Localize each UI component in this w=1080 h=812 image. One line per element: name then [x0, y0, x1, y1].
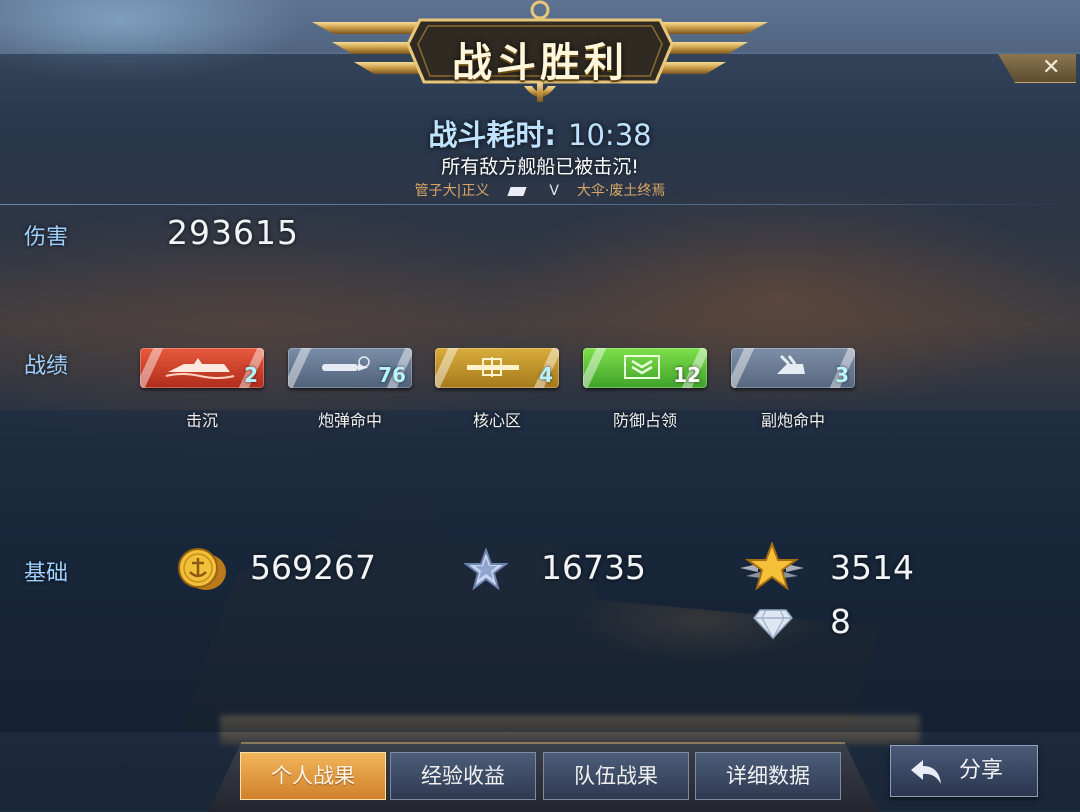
achievement-count: 76 [378, 363, 406, 387]
experience-reward-value: 16735 [541, 548, 646, 587]
gold-coin-icon [178, 548, 226, 590]
battle-time-label: 战斗耗时: [428, 118, 557, 152]
achievement-shell-hit-badge[interactable]: 76 [288, 348, 412, 388]
share-button[interactable]: 分享 [890, 745, 1038, 797]
defense-capture-icon [624, 355, 660, 379]
player-name: 管子大|正义 [414, 183, 490, 199]
coin-reward-value: 569267 [250, 548, 376, 587]
secondary-gun-icon [777, 354, 805, 374]
team-flag-icon [507, 186, 527, 196]
rank-star-icon [740, 542, 804, 591]
shell-hit-icon [322, 356, 370, 371]
experience-star-icon [464, 548, 508, 590]
tab-experience-earnings[interactable]: 经验收益 [390, 752, 536, 800]
victory-emblem: 战斗胜利 [312, 0, 768, 112]
damage-label: 伤害 [24, 225, 69, 250]
achievement-sink-badge[interactable]: 2 [140, 348, 264, 388]
header-divider [0, 204, 1080, 205]
achievement-label: 核心区 [472, 411, 521, 430]
share-back-arrow-icon [911, 760, 941, 784]
achievement-label: 炮弹命中 [317, 411, 382, 430]
achievement-count: 12 [673, 363, 701, 387]
achievement-count: 4 [539, 363, 553, 387]
diamond-icon [753, 609, 793, 640]
tab-personal-results[interactable]: 个人战果 [240, 752, 386, 800]
tab-detailed-data[interactable]: 详细数据 [695, 752, 841, 800]
achievement-label: 防御占领 [612, 411, 677, 430]
damage-value: 293615 [167, 213, 299, 252]
victory-title: 战斗胜利 [452, 40, 628, 86]
record-label: 战绩 [24, 354, 69, 379]
matchup-line: 管子大|正义 V 大伞·废土终焉 [0, 180, 1080, 200]
achievement-label: 副炮命中 [760, 411, 825, 430]
tab-team-results[interactable]: 队伍战果 [543, 752, 689, 800]
battle-time-value: 10:38 [568, 118, 652, 152]
versus-label: V [549, 183, 559, 199]
base-label: 基础 [24, 561, 69, 586]
achievement-count: 3 [835, 363, 849, 387]
share-label: 分享 [959, 758, 1004, 783]
diamond-reward-value: 8 [830, 602, 851, 641]
enemy-name: 大伞·废土终焉 [576, 183, 666, 199]
achievement-secondary-gun-badge[interactable]: 3 [731, 348, 855, 388]
result-message: 所有敌方舰船已被击沉! [441, 156, 639, 178]
core-zone-icon [467, 357, 519, 377]
achievement-label: 击沉 [185, 411, 218, 430]
battle-duration: 战斗耗时: 10:38 [0, 112, 1080, 154]
achievement-defense-capture-badge[interactable]: 12 [583, 348, 707, 388]
close-icon[interactable]: ✕ [1042, 54, 1060, 82]
sinking-ship-icon [165, 358, 235, 379]
rank-points-value: 3514 [830, 548, 914, 587]
achievement-core-zone-badge[interactable]: 4 [435, 348, 559, 388]
achievement-count: 2 [244, 363, 258, 387]
